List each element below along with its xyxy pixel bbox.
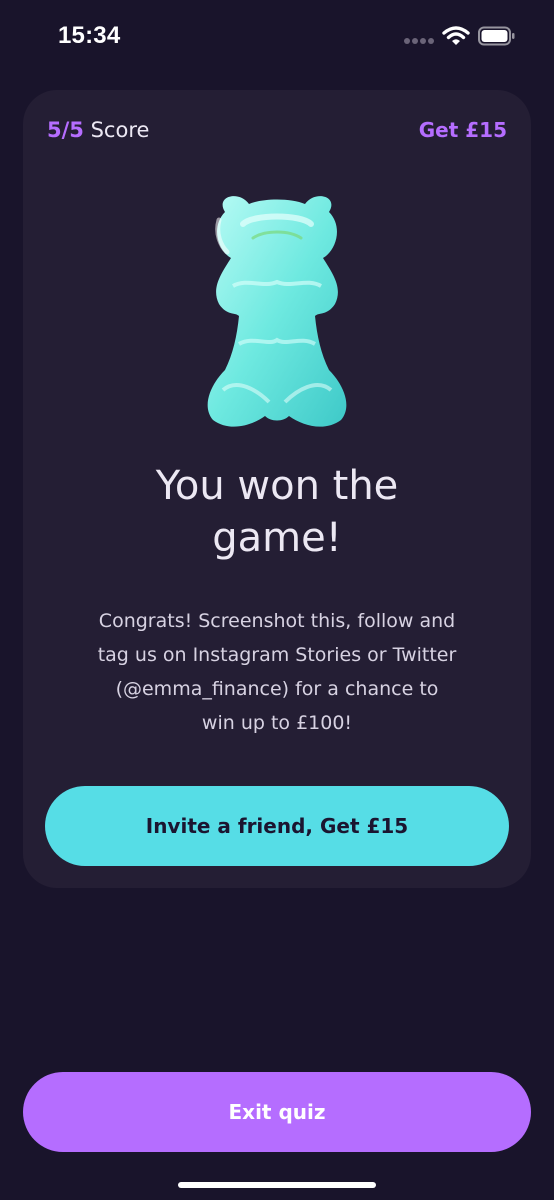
wifi-icon — [442, 26, 470, 45]
exit-quiz-button[interactable]: Exit quiz — [23, 1072, 531, 1152]
congrats-message-line: win up to £100! — [201, 712, 353, 734]
congrats-message-line: Congrats! Screenshot this, follow and — [98, 610, 456, 632]
win-title-line-2: game! — [212, 515, 342, 561]
gummy-bear-image — [207, 196, 347, 427]
get-reward-link[interactable]: Get £15 — [419, 118, 507, 142]
congrats-message-line: tag us on Instagram Stories or Twitter — [97, 644, 457, 666]
result-card: 5/5 Score Get £15 You won the game! Cong… — [23, 90, 531, 888]
score-label: Score — [90, 118, 150, 142]
win-title: You won the game! — [23, 460, 531, 564]
status-time: 15:34 — [58, 22, 121, 49]
signal-dots-icon — [404, 38, 434, 44]
score-display: 5/5 Score — [47, 118, 149, 142]
invite-friend-button[interactable]: Invite a friend, Get £15 — [45, 786, 509, 866]
status-bar: 15:34 — [0, 0, 554, 74]
battery-icon — [478, 26, 515, 46]
congrats-message: Congrats! Screenshot this, follow and ta… — [63, 604, 491, 740]
score-value: 5/5 — [47, 118, 84, 142]
home-indicator[interactable] — [178, 1182, 376, 1188]
congrats-message-line: (@emma_finance) for a chance to — [115, 678, 439, 700]
win-title-line-1: You won the — [155, 463, 399, 509]
